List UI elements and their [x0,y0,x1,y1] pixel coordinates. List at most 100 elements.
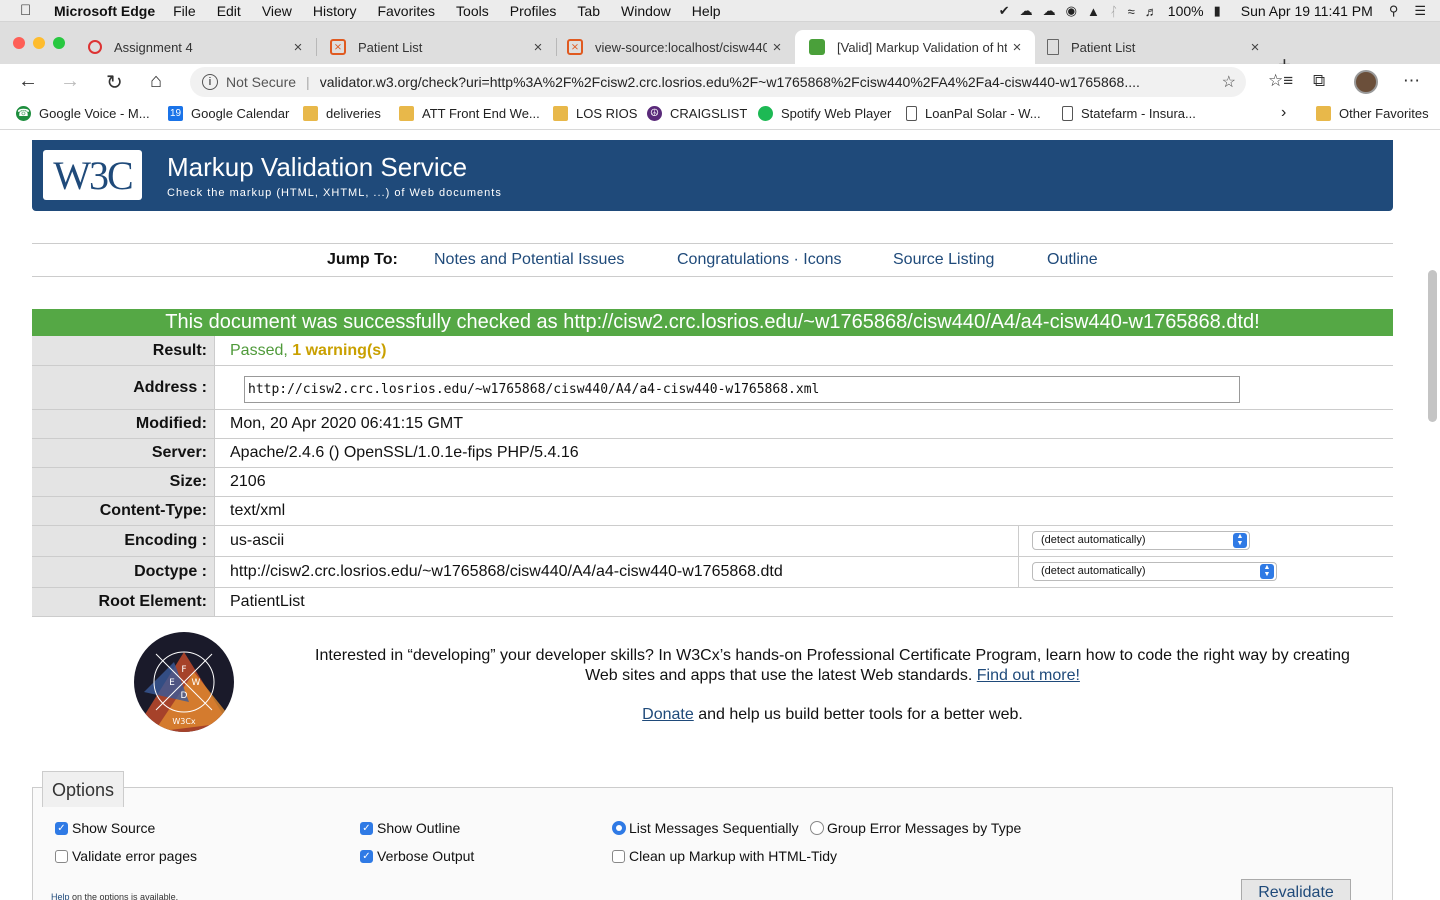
menu-tools[interactable]: Tools [456,3,489,19]
menu-tab[interactable]: Tab [577,3,600,19]
page-scrollbar[interactable] [1428,270,1437,422]
validate-error-pages-label[interactable]: Validate error pages [72,848,197,864]
menu-help[interactable]: Help [692,3,721,19]
favorite-att-front-end[interactable]: ATT Front End We... [399,106,540,121]
wifi-icon[interactable]: ≈ [1128,4,1135,19]
close-tab-icon[interactable]: × [1245,39,1265,56]
forward-icon[interactable]: → [60,70,80,93]
cloud-icon-2[interactable]: ☁ [1043,3,1056,19]
home-icon[interactable]: ⌂ [150,70,162,93]
tab-markup-validation[interactable]: [Valid] Markup Validation of ht × [795,30,1035,64]
list-sequential-option[interactable]: List Messages Sequentially [612,820,799,836]
app-name-menu[interactable]: Microsoft Edge [54,3,155,19]
close-tab-icon[interactable]: × [528,39,548,56]
doctype-select[interactable]: (detect automatically) ▲ ▼ [1032,562,1277,581]
favorite-deliveries[interactable]: deliveries [303,106,381,121]
favorites-list-icon[interactable]: ☆≡ [1268,71,1293,91]
verbose-output-checkbox[interactable]: ✓ [360,849,373,863]
w3c-logo[interactable]: W3C [43,150,142,200]
menu-profiles[interactable]: Profiles [510,3,557,19]
menu-edit[interactable]: Edit [217,3,241,19]
favorite-google-voice[interactable]: ☎ Google Voice - M... [16,106,150,121]
validate-error-pages-checkbox[interactable] [55,849,68,863]
other-favorites-label: Other Favorites [1339,106,1429,121]
verbose-output-label[interactable]: Verbose Output [377,848,474,864]
menu-window[interactable]: Window [621,3,671,19]
address-input[interactable]: http://cisw2.crc.losrios.edu/~w1765868/c… [244,376,1240,403]
refresh-icon[interactable]: ↻ [106,70,123,95]
favorite-spotify[interactable]: Spotify Web Player [758,106,891,121]
fewd-badge-icon[interactable]: F E W D W3Cx [134,632,234,732]
jump-source-listing-link[interactable]: Source Listing [893,251,994,269]
show-source-option[interactable]: ✓ Show Source [55,820,155,836]
show-outline-label[interactable]: Show Outline [377,820,460,836]
jump-outline-link[interactable]: Outline [1047,251,1098,269]
menu-history[interactable]: History [313,3,357,19]
clean-up-checkbox[interactable] [612,849,625,863]
folder-icon [553,106,568,121]
favorite-craigslist[interactable]: ☮ CRAIGSLIST [647,106,747,121]
add-favorite-star-icon[interactable]: ☆ [1222,72,1236,92]
address-bar[interactable]: i Not Secure | validator.w3.org/check?ur… [190,67,1246,97]
volume-icon[interactable]: ♬ [1145,4,1158,19]
more-menu-icon[interactable]: ⋯ [1403,71,1420,91]
favorite-label: LOS RIOS [576,106,638,121]
favorite-los-rios[interactable]: LOS RIOS [553,106,637,121]
show-source-checkbox[interactable]: ✓ [55,821,68,835]
cloud-icon[interactable]: ☁ [1020,3,1033,19]
validate-error-pages-option[interactable]: Validate error pages [55,848,197,864]
menu-view[interactable]: View [262,3,292,19]
donate-link[interactable]: Donate [642,706,694,723]
close-tab-icon[interactable]: × [767,39,787,56]
list-sequential-radio[interactable] [612,821,626,835]
list-sequential-label[interactable]: List Messages Sequentially [629,820,799,836]
url-text[interactable]: validator.w3.org/check?uri=http%3A%2F%2F… [320,74,1200,90]
battery-icon[interactable]: ▮ [1214,3,1221,19]
collections-icon[interactable]: ⧉ [1313,71,1325,91]
bluetooth-icon[interactable]: ᛮ [1110,4,1118,19]
show-outline-option[interactable]: ✓ Show Outline [360,820,460,836]
close-tab-icon[interactable]: × [288,39,308,56]
tab-assignment-4[interactable]: Assignment 4 × [74,30,316,64]
favorites-overflow-chevron-icon[interactable]: › [1281,104,1286,122]
close-window-button[interactable] [13,37,25,49]
tab-view-source[interactable]: ⨯ view-source:localhost/cisw440 × [553,30,795,64]
favorite-google-calendar[interactable]: 19 Google Calendar [168,106,289,121]
clock[interactable]: Sun Apr 19 11:41 PM [1241,3,1373,19]
info-icon[interactable]: i [202,74,218,90]
show-outline-checkbox[interactable]: ✓ [360,821,373,835]
tab-patient-list[interactable]: ⨯ Patient List × [316,30,556,64]
group-errors-radio[interactable] [810,821,824,835]
menu-favorites[interactable]: Favorites [377,3,435,19]
revalidate-button[interactable]: Revalidate [1241,879,1351,900]
apple-icon[interactable]:  [20,2,38,19]
jump-congratulations-link[interactable]: Congratulations · Icons [677,251,842,269]
show-source-label[interactable]: Show Source [72,820,155,836]
group-errors-option[interactable]: Group Error Messages by Type [810,820,1021,836]
find-out-more-link[interactable]: Find out more! [977,667,1080,684]
notification-center-icon[interactable]: ☰ [1414,3,1426,19]
upload-cloud-icon[interactable]: ▲ [1087,4,1100,19]
clean-up-label[interactable]: Clean up Markup with HTML-Tidy [629,848,837,864]
security-status[interactable]: Not Secure [226,74,296,90]
other-favorites[interactable]: Other Favorites [1316,106,1429,121]
help-link[interactable]: Help [51,892,70,900]
group-errors-label[interactable]: Group Error Messages by Type [827,820,1021,836]
status-check-icon[interactable]: ✔ [999,3,1010,19]
clean-up-option[interactable]: Clean up Markup with HTML-Tidy [612,848,837,864]
encoding-select[interactable]: (detect automatically) ▲ ▼ [1032,531,1250,550]
back-icon[interactable]: ← [18,70,38,93]
favorite-loanpal[interactable]: LoanPal Solar - W... [906,106,1041,121]
profile-avatar[interactable] [1354,70,1378,94]
tab-patient-list-2[interactable]: Patient List × [1033,30,1273,64]
jump-notes-link[interactable]: Notes and Potential Issues [434,251,624,269]
close-tab-icon[interactable]: × [1007,39,1027,56]
warnings-link[interactable]: 1 warning(s) [292,342,386,359]
minimize-window-button[interactable] [33,37,45,49]
favorite-statefarm[interactable]: Statefarm - Insura... [1062,106,1196,121]
zoom-window-button[interactable] [53,37,65,49]
menu-file[interactable]: File [173,3,196,19]
creative-cloud-icon[interactable]: ◉ [1066,3,1077,19]
spotlight-search-icon[interactable]: ⚲ [1389,3,1399,19]
verbose-output-option[interactable]: ✓ Verbose Output [360,848,474,864]
